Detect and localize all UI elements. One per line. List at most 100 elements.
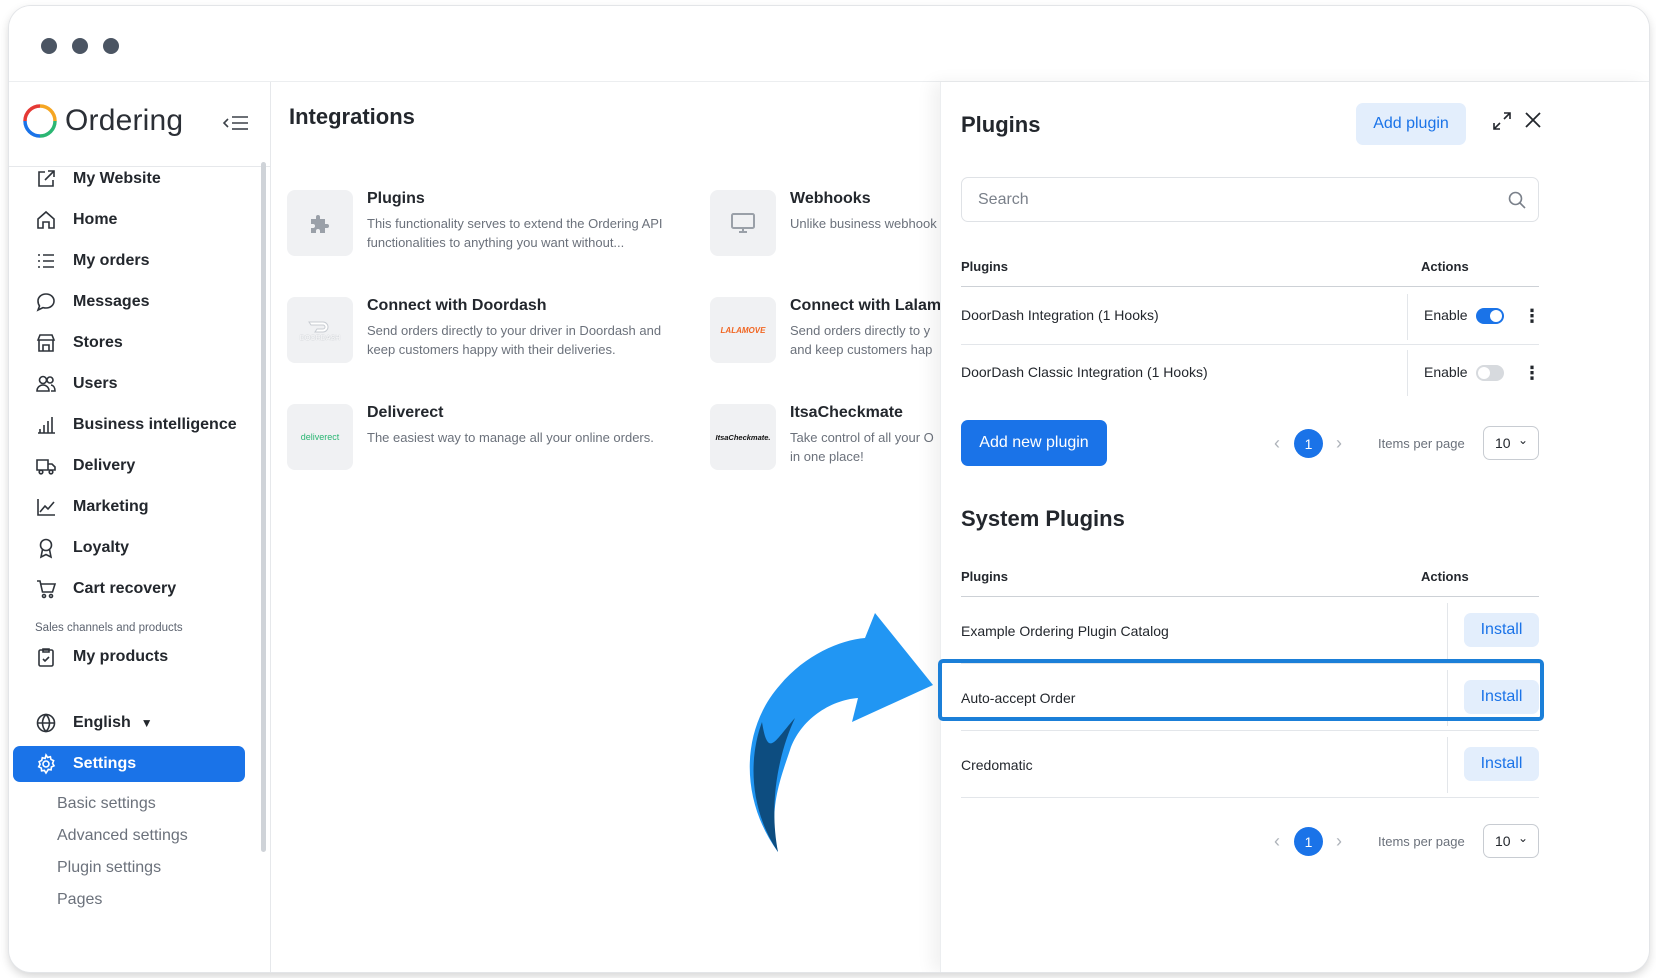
column-header-actions: Actions xyxy=(1421,259,1469,274)
column-divider xyxy=(1407,350,1408,396)
caret-down-icon: ▼ xyxy=(140,716,153,730)
more-options-icon[interactable]: ⋮ xyxy=(1523,306,1541,326)
lalamove-logo-icon: LALAMOVE xyxy=(710,297,776,363)
card-description: Send orders directly to y and keep custo… xyxy=(790,323,933,357)
add-plugin-button[interactable]: Add plugin xyxy=(1356,103,1466,145)
plugin-row-name: DoorDash Integration (1 Hooks) xyxy=(961,307,1159,323)
integration-card-lalamove[interactable]: LALAMOVE Connect with Lalamo Send orders… xyxy=(710,297,940,377)
column-divider xyxy=(1447,670,1448,726)
integration-card-deliverect[interactable]: deliverect Deliverect The easiest way to… xyxy=(287,404,687,484)
row-divider xyxy=(961,797,1539,798)
enable-toggle[interactable] xyxy=(1476,365,1504,381)
column-header-actions: Actions xyxy=(1421,569,1469,584)
card-description: The easiest way to manage all your onlin… xyxy=(367,430,654,445)
sidebar-item-delivery[interactable]: Delivery xyxy=(23,447,259,485)
table-divider xyxy=(961,286,1539,287)
sidebar-item-stores[interactable]: Stores xyxy=(23,324,259,362)
sidebar-item-label: Loyalty xyxy=(73,539,130,556)
enable-label: Enable xyxy=(1424,307,1468,323)
thumb-text: LALAMOVE xyxy=(720,325,766,335)
sidebar-scrollbar[interactable] xyxy=(261,162,266,852)
truck-icon xyxy=(33,453,59,479)
row-divider xyxy=(961,344,1539,345)
home-icon xyxy=(33,207,59,233)
column-divider xyxy=(1447,737,1448,793)
integration-card-doordash[interactable]: DOORDASH Connect with Doordash Send orde… xyxy=(287,297,687,377)
clipboard-icon xyxy=(33,644,59,670)
items-per-page-label: Items per page xyxy=(1378,834,1465,849)
install-button[interactable]: Install xyxy=(1464,680,1539,714)
brand-name: Ordering xyxy=(65,104,184,137)
sidebar-item-marketing[interactable]: Marketing xyxy=(23,488,259,526)
logo: Ordering xyxy=(23,104,183,138)
close-icon[interactable] xyxy=(1519,106,1547,134)
chevron-left-icon[interactable]: ‹ xyxy=(1270,831,1284,851)
window-dot-icon[interactable] xyxy=(103,38,119,54)
chevron-down-icon: ⌄ xyxy=(1518,831,1529,845)
search-field[interactable] xyxy=(961,177,1539,222)
more-options-icon[interactable]: ⋮ xyxy=(1523,363,1541,383)
enable-label: Enable xyxy=(1424,364,1468,380)
chevron-left-icon[interactable]: ‹ xyxy=(1270,433,1284,453)
search-input[interactable] xyxy=(978,188,1478,212)
settings-sub-advanced[interactable]: Advanced settings xyxy=(57,827,188,845)
sidebar-item-my-orders[interactable]: My orders xyxy=(23,242,259,280)
sidebar-item-loyalty[interactable]: Loyalty xyxy=(23,529,259,567)
thumb-text: ItsaCheckmate. xyxy=(715,432,771,442)
card-description: Unlike business webhook listen to the ev… xyxy=(790,216,940,231)
window-dot-icon[interactable] xyxy=(72,38,88,54)
sidebar-item-cart-recovery[interactable]: Cart recovery xyxy=(23,570,259,608)
collapse-sidebar-icon[interactable] xyxy=(221,110,251,136)
ordering-logo-icon xyxy=(23,104,57,138)
settings-sub-pages[interactable]: Pages xyxy=(57,891,102,909)
sidebar-item-label: Home xyxy=(73,211,118,228)
window-dot-icon[interactable] xyxy=(41,38,57,54)
search-icon xyxy=(1506,189,1528,211)
page-number[interactable]: 1 xyxy=(1294,429,1323,458)
add-new-plugin-button[interactable]: Add new plugin xyxy=(961,420,1107,466)
sidebar-item-label: Users xyxy=(73,375,118,392)
items-per-page-label: Items per page xyxy=(1378,436,1465,451)
install-button[interactable]: Install xyxy=(1464,613,1539,647)
users-icon xyxy=(33,371,59,397)
sidebar-item-label: Messages xyxy=(73,293,150,310)
chevron-right-icon[interactable]: › xyxy=(1332,433,1346,453)
sidebar-item-settings[interactable]: Settings xyxy=(13,746,245,782)
integration-card-webhooks[interactable]: Webhooks Unlike business webhook listen … xyxy=(710,190,940,270)
card-title: Plugins xyxy=(367,190,425,207)
integration-card-itsacheckmate[interactable]: ItsaCheckmate. ItsaCheckmate Take contro… xyxy=(710,404,940,484)
items-per-page-select[interactable]: 10 ⌄ xyxy=(1483,824,1539,858)
install-button[interactable]: Install xyxy=(1464,747,1539,781)
window-titlebar xyxy=(9,6,1649,82)
sidebar-item-label: My products xyxy=(73,648,169,665)
list-icon xyxy=(33,248,59,274)
sidebar-item-messages[interactable]: Messages xyxy=(23,283,259,321)
settings-sub-basic[interactable]: Basic settings xyxy=(57,795,156,813)
sidebar-item-label: My Website xyxy=(73,170,161,187)
sidebar-item-home[interactable]: Home xyxy=(23,201,259,239)
card-title: Deliverect xyxy=(367,404,444,421)
page-number[interactable]: 1 xyxy=(1294,827,1323,856)
language-label: English xyxy=(73,714,131,731)
items-per-page-select[interactable]: 10 ⌄ xyxy=(1483,426,1539,460)
sidebar-item-users[interactable]: Users xyxy=(23,365,259,403)
plugins-panel: Plugins Add plugin Plugins Actions DoorD… xyxy=(940,82,1649,972)
sidebar-item-business-intelligence[interactable]: Business intelligence xyxy=(23,406,259,444)
chevron-right-icon[interactable]: › xyxy=(1332,831,1346,851)
sidebar-item-my-products[interactable]: My products xyxy=(23,638,259,676)
sidebar-item-my-website[interactable]: My Website xyxy=(23,160,259,198)
sidebar-item-label: Stores xyxy=(73,334,123,351)
chevron-down-icon: ⌄ xyxy=(1518,433,1529,447)
enable-toggle[interactable] xyxy=(1476,308,1504,324)
expand-icon[interactable] xyxy=(1488,107,1516,135)
sidebar: Ordering My Website Home My orders Messa… xyxy=(9,82,271,972)
globe-icon xyxy=(33,710,59,736)
integration-card-plugins[interactable]: Plugins This functionality serves to ext… xyxy=(287,190,687,270)
language-selector[interactable]: English ▼ xyxy=(23,704,259,742)
sidebar-item-label: Delivery xyxy=(73,457,136,474)
settings-sub-plugin[interactable]: Plugin settings xyxy=(57,859,161,877)
bar-chart-icon xyxy=(33,412,59,438)
store-icon xyxy=(33,330,59,356)
thumb-text: deliverect xyxy=(300,432,340,442)
card-title: Connect with Doordash xyxy=(367,297,547,314)
